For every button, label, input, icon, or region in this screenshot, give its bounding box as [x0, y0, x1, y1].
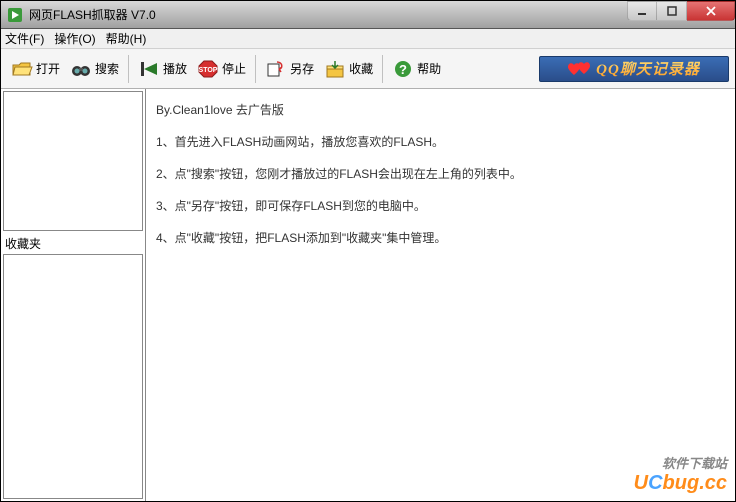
open-label: 打开: [36, 60, 60, 77]
search-label: 搜索: [95, 60, 119, 77]
instruction-line: 2、点"搜索"按钮，您刚才播放过的FLASH会出现在左上角的列表中。: [156, 165, 725, 183]
flash-list-panel[interactable]: [3, 91, 143, 231]
ad-text: QQ聊天记录器: [596, 58, 700, 79]
binoculars-icon: [70, 58, 92, 80]
favorite-button[interactable]: 收藏: [320, 56, 377, 82]
stop-label: 停止: [222, 60, 246, 77]
instruction-line: 3、点"另存"按钮，即可保存FLASH到您的电脑中。: [156, 197, 725, 215]
favorite-label: 收藏: [349, 60, 373, 77]
play-label: 播放: [163, 60, 187, 77]
favorites-label: 收藏夹: [5, 235, 141, 252]
toolbar-separator: [382, 55, 383, 83]
menu-operate[interactable]: 操作(O): [54, 30, 95, 47]
svg-text:STOP: STOP: [199, 67, 218, 74]
main-panel: By.Clean1love 去广告版 1、首先进入FLASH动画网站，播放您喜欢…: [146, 89, 735, 501]
play-icon: [138, 58, 160, 80]
instruction-line: 4、点"收藏"按钮，把FLASH添加到"收藏夹"集中管理。: [156, 229, 725, 247]
menubar: 文件(F) 操作(O) 帮助(H): [1, 29, 735, 49]
search-button[interactable]: 搜索: [66, 56, 123, 82]
toolbar-separator: [255, 55, 256, 83]
content-area: 收藏夹 By.Clean1love 去广告版 1、首先进入FLASH动画网站，播…: [1, 89, 735, 501]
window-controls: [627, 1, 735, 21]
folder-open-icon: [11, 58, 33, 80]
instruction-line: 1、首先进入FLASH动画网站，播放您喜欢的FLASH。: [156, 133, 725, 151]
menu-file[interactable]: 文件(F): [5, 30, 44, 47]
play-button[interactable]: 播放: [134, 56, 191, 82]
favorite-box-icon: [324, 58, 346, 80]
saveas-label: 另存: [290, 60, 314, 77]
favorites-panel[interactable]: [3, 254, 143, 499]
stop-button[interactable]: STOP 停止: [193, 56, 250, 82]
toolbar-separator: [128, 55, 129, 83]
svg-text:?: ?: [399, 62, 407, 77]
help-button[interactable]: ? 帮助: [388, 56, 445, 82]
ad-banner[interactable]: QQ聊天记录器: [539, 56, 729, 82]
stop-icon: STOP: [197, 58, 219, 80]
menu-help[interactable]: 帮助(H): [106, 30, 147, 47]
open-button[interactable]: 打开: [7, 56, 64, 82]
hearts-icon: [568, 61, 592, 77]
help-label: 帮助: [417, 60, 441, 77]
instruction-line: By.Clean1love 去广告版: [156, 101, 725, 119]
window-title: 网页FLASH抓取器 V7.0: [29, 6, 627, 23]
maximize-button[interactable]: [657, 1, 687, 21]
help-icon: ?: [392, 58, 414, 80]
close-button[interactable]: [687, 1, 735, 21]
saveas-button[interactable]: 另存: [261, 56, 318, 82]
toolbar: 打开 搜索 播放 STOP 停止 另存 收藏 ? 帮助 QQ聊天记录器: [1, 49, 735, 89]
export-icon: [265, 58, 287, 80]
titlebar: 网页FLASH抓取器 V7.0: [1, 1, 735, 29]
sidebar: 收藏夹: [1, 89, 146, 501]
app-icon: [7, 7, 23, 23]
minimize-button[interactable]: [627, 1, 657, 21]
